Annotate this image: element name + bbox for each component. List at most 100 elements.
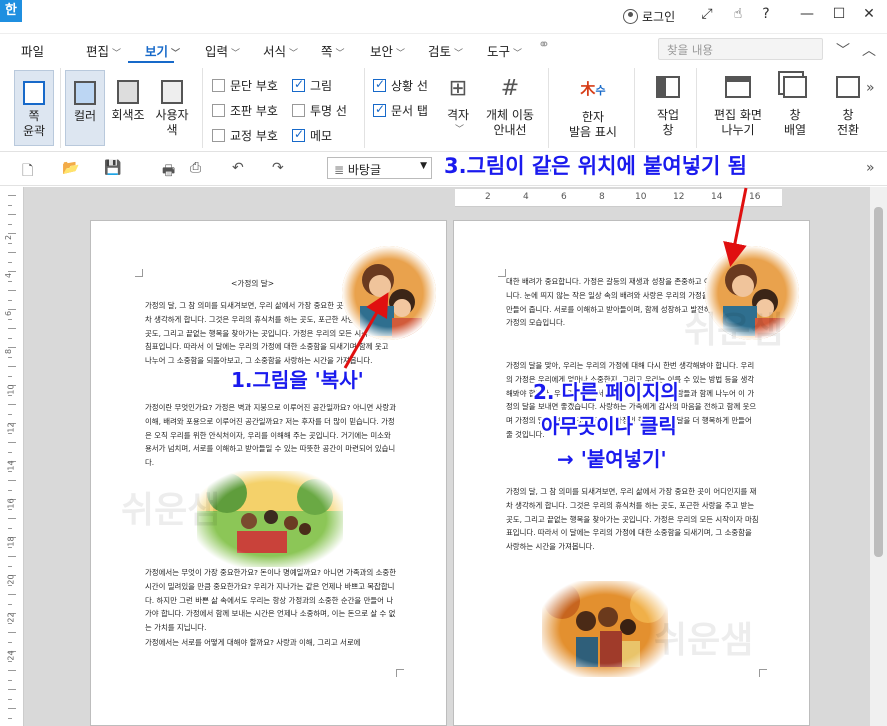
ruler-number: 8 (599, 192, 605, 202)
search-dropdown-icon[interactable]: ﹀ (836, 40, 850, 60)
check-document-tab[interactable]: 문서 탭 (373, 102, 428, 119)
style-list-icon: ≣ (334, 163, 348, 177)
object-move-guide-label: 개체 이동 안내선 (486, 108, 534, 137)
close-icon[interactable]: ✕ (859, 6, 879, 22)
grid-button[interactable]: ⊞ 격자 ﹀ (440, 76, 476, 146)
checkbox (373, 77, 386, 92)
ruler-tick (8, 413, 12, 415)
help-icon[interactable]: ? (756, 6, 776, 22)
ruler-tick (8, 641, 12, 643)
ruler-tick (8, 556, 16, 557)
check-picture[interactable]: 그림 (292, 77, 332, 94)
ruler-tick (8, 442, 16, 443)
vertical-scrollbar[interactable] (870, 187, 887, 726)
check-layout-mark[interactable]: 조판 부호 (212, 102, 278, 119)
ruler-tick (8, 309, 16, 310)
ruler-tick (8, 451, 12, 453)
document-workspace[interactable]: 2 4 6 8 10 12 14 16 18 20 22 24 2 4 6 8 10 12 14 16… (0, 187, 887, 726)
page1-title: <가정의 달> (231, 279, 275, 288)
ruler-tick (8, 318, 12, 320)
new-document-icon[interactable]: 🗋 (22, 160, 33, 184)
check-paragraph-mark[interactable]: 문단 부호 (212, 77, 278, 94)
ruler-number: 4 (523, 192, 529, 202)
annotation-step3: 3.그림이 같은 위치에 붙여넣기 됨 (444, 154, 747, 178)
minimize-icon[interactable]: — (797, 6, 817, 22)
hanja-reading-button[interactable]: 木수 한자 발음 표시 (562, 76, 624, 146)
ruler-tick (8, 432, 12, 434)
ruler-number: 14 (6, 460, 16, 471)
maximize-icon[interactable]: ☐ (829, 6, 849, 22)
check-memo[interactable]: 메모 (292, 127, 332, 144)
save-icon[interactable]: 💾 (104, 160, 121, 176)
window-switch-button[interactable]: 창 전환 (826, 76, 870, 146)
ruler-tick (8, 679, 12, 681)
crop-mark (759, 669, 767, 677)
guide-icon: # (500, 76, 520, 101)
page-outline-button[interactable]: 쪽 윤곽 (14, 70, 54, 146)
print-icon[interactable]: 🖶 (162, 160, 175, 184)
page-2[interactable]: 대한 배려가 중요합니다. 가정은 갈등의 재생과 성장을 존중하고 이해해 주… (453, 220, 810, 726)
grayscale-label: 회색조 (111, 108, 145, 122)
work-window-button[interactable]: 작업 창 (648, 76, 688, 146)
active-tab-indicator (128, 61, 174, 63)
menu-security[interactable]: 보안 ﹀ (370, 41, 405, 60)
object-move-guide-button[interactable]: # 개체 이동 안내선 (480, 76, 540, 146)
print-preview-icon[interactable]: ⎙ (190, 160, 201, 176)
menu-tools[interactable]: 도구 ﹀ (487, 41, 522, 60)
check-proof-mark[interactable]: 교정 부호 (212, 127, 278, 144)
open-folder-icon[interactable]: 📂 (62, 160, 79, 176)
ruler-tick (8, 632, 16, 633)
undo-icon[interactable]: ↶ (232, 160, 244, 176)
family-picnic-image[interactable] (197, 471, 343, 567)
family-autumn-image[interactable] (542, 581, 668, 677)
ruler-number: 12 (673, 192, 685, 202)
ruler-tick (8, 470, 12, 472)
page1-paragraph-4: 가정에서는 서로를 어떻게 대해야 할까요? 사랑과 이해, 그리고 서로에 (145, 638, 361, 647)
family-portrait-image[interactable] (342, 246, 436, 340)
hand-icon[interactable]: ☝ (728, 6, 748, 22)
ruler-tick (8, 565, 12, 567)
ruler-tick (8, 546, 12, 548)
annotation-step2-line1: 2. 다른 페이지의 (533, 380, 679, 404)
ruler-number: 10 (6, 384, 16, 395)
ruler-number: 6 (4, 310, 14, 317)
menu-review[interactable]: 검토 ﹀ (428, 41, 463, 60)
color-button[interactable]: 컬러 (65, 70, 105, 146)
ruler-tick (8, 204, 12, 206)
menu-file[interactable]: 파일 (21, 41, 44, 60)
expand-icon[interactable]: ⤢ (697, 6, 717, 22)
ruler-number: 2 (4, 234, 14, 241)
ruler-number: 8 (4, 348, 14, 355)
search-input[interactable]: 찾을 내용 (658, 38, 823, 60)
pasted-family-portrait-image[interactable] (705, 246, 799, 340)
login-button[interactable]: 로그인 (623, 8, 675, 25)
ruler-tick (8, 214, 16, 215)
menu-edit[interactable]: 편집 ﹀ (86, 41, 121, 60)
watermark-text: 쉬운샘 (654, 620, 754, 661)
ruler-tick (8, 242, 12, 244)
ruler-tick (8, 299, 12, 301)
window-arrange-button[interactable]: 창 배열 (775, 76, 815, 146)
check-transparent-line[interactable]: 투명 선 (292, 102, 347, 119)
ruler-tick (8, 223, 12, 225)
window-switch-label: 창 전환 (836, 108, 860, 137)
split-screen-button[interactable]: 편집 화면 나누기 (706, 76, 770, 146)
toolbar-more-icon[interactable]: » (866, 160, 875, 176)
user-color-button[interactable]: 사용자 색 (150, 70, 194, 146)
redo-icon[interactable]: ↷ (272, 160, 284, 176)
share-icon[interactable]: ⚭ (538, 37, 550, 53)
scrollbar-thumb[interactable] (874, 207, 883, 557)
grayscale-button[interactable]: 회색조 (108, 70, 148, 146)
menu-page[interactable]: 쪽 ﹀ (321, 41, 345, 60)
ribbon-scroll-right-icon[interactable]: » (866, 80, 875, 96)
ruler-number: 16 (749, 192, 761, 202)
check-status-line[interactable]: 상황 선 (373, 77, 428, 94)
menu-format[interactable]: 서식 ﹀ (263, 41, 298, 60)
ruler-tick (8, 404, 16, 405)
menu-insert[interactable]: 입력 ﹀ (205, 41, 240, 60)
menu-view[interactable]: 보기 ﹀ (145, 41, 180, 60)
ruler-tick (8, 708, 16, 709)
paragraph-style-select[interactable]: ≣ 바탕글 ▼ (327, 157, 432, 179)
page-1[interactable]: <가정의 달> 가정의 달, 그 참 의미를 되새겨보면, 우리 삶에서 가장 … (90, 220, 447, 726)
collapse-ribbon-icon[interactable]: ︿ (862, 40, 876, 60)
